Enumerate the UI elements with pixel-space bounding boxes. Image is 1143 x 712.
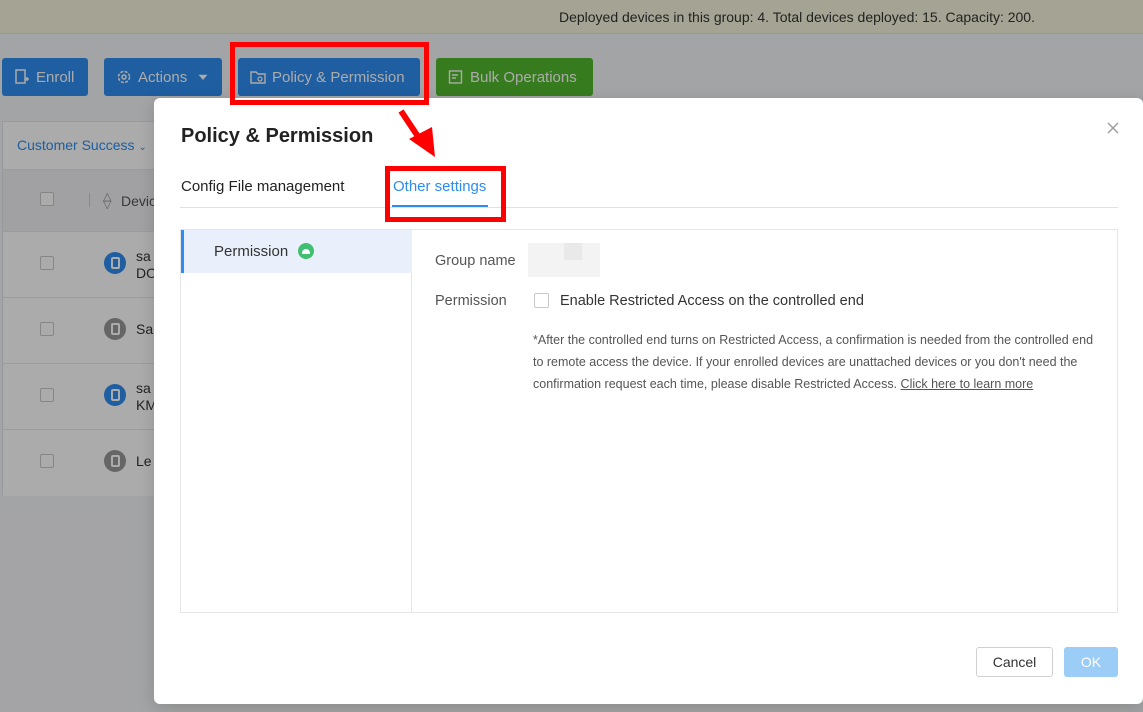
- tab-config-file-management[interactable]: Config File management: [181, 178, 344, 195]
- restricted-access-checkbox[interactable]: [534, 293, 549, 308]
- sidebar-item-permission[interactable]: Permission: [181, 230, 412, 273]
- ok-button[interactable]: OK: [1064, 647, 1118, 677]
- highlight-other-settings-tab: [385, 166, 506, 222]
- dialog-title: Policy & Permission: [181, 125, 374, 147]
- highlight-policy-button: [230, 42, 429, 105]
- settings-content: Permission Group name Permission Enable …: [180, 229, 1118, 613]
- cancel-button[interactable]: Cancel: [976, 647, 1053, 677]
- restricted-access-label[interactable]: Enable Restricted Access on the controll…: [560, 293, 864, 309]
- restricted-access-note: *After the controlled end turns on Restr…: [533, 329, 1103, 395]
- close-icon[interactable]: [1105, 120, 1121, 136]
- sidebar-item-label: Permission: [214, 243, 289, 260]
- learn-more-link[interactable]: Click here to learn more: [901, 377, 1034, 391]
- policy-permission-dialog: Policy & Permission Config File manageme…: [154, 98, 1143, 704]
- group-name-value: [528, 243, 600, 277]
- permission-label: Permission: [435, 293, 507, 309]
- android-icon: [298, 243, 314, 259]
- settings-sidebar: Permission: [181, 230, 412, 612]
- group-name-label: Group name: [435, 253, 516, 269]
- annotation-arrow-icon: [398, 109, 435, 157]
- dialog-tabs: Config File management Other settings: [180, 170, 1118, 208]
